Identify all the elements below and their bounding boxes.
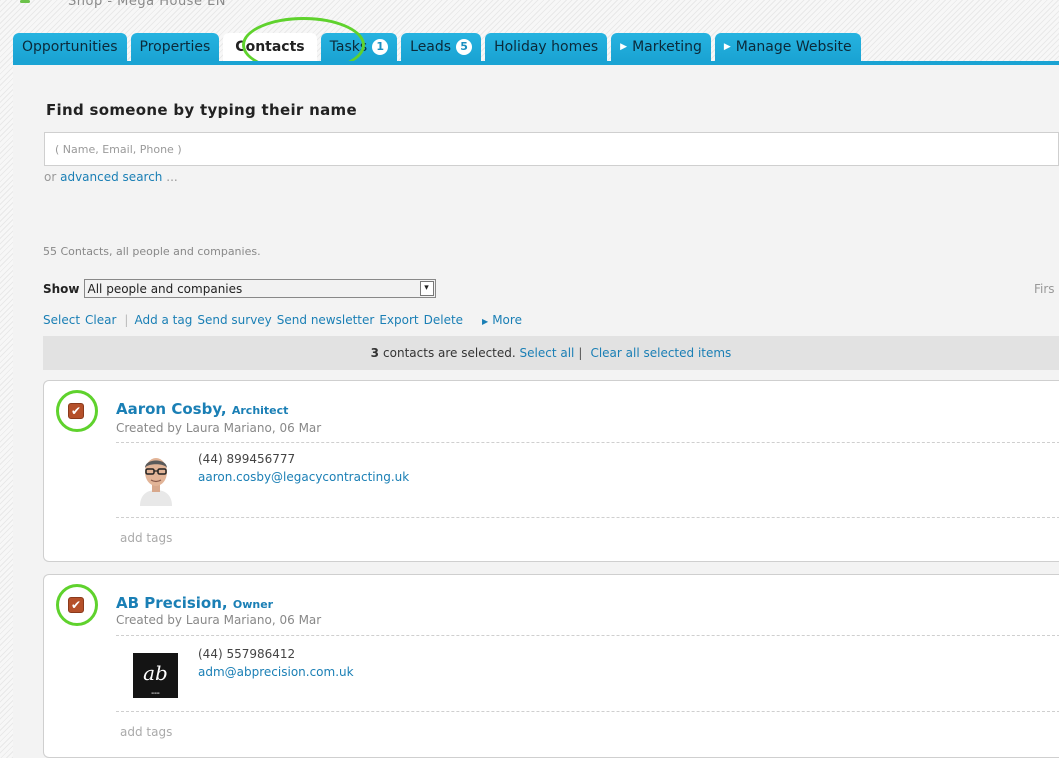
logo-subtext: ▬▬▬ [151, 691, 160, 695]
add-tags-link[interactable]: add tags [120, 531, 172, 545]
contact-checkbox[interactable]: ✔ [68, 403, 84, 419]
tab-opportunities[interactable]: Opportunities [13, 33, 127, 61]
contact-card: ✔ Aaron Cosby, Architect Created by Laur… [43, 380, 1059, 562]
contact-count: 55 Contacts, all people and companies. [43, 245, 261, 258]
selected-text: contacts are selected. [383, 346, 516, 360]
contact-checkbox[interactable]: ✔ [68, 597, 84, 613]
tab-label: Contacts [235, 39, 305, 55]
caret-right-icon: ▶ [620, 42, 628, 52]
contact-name-link[interactable]: AB Precision, [116, 594, 228, 612]
selection-bar: 3 contacts are selected. Select all | Cl… [43, 336, 1059, 370]
export-link[interactable]: Export [379, 313, 418, 327]
contact-role: Architect [231, 404, 289, 417]
tab-label: Holiday homes [494, 39, 599, 55]
tab-manage-website[interactable]: ▶ Manage Website [714, 33, 861, 61]
ellipsis-text: ... [166, 170, 178, 184]
tab-contacts[interactable]: Contacts [223, 33, 317, 61]
avatar [134, 450, 178, 506]
show-filter-select[interactable]: All people and companies ▾ [83, 279, 436, 298]
clear-all-selected-link[interactable]: Clear all selected items [590, 346, 731, 360]
contact-role: Owner [232, 598, 274, 611]
send-survey-link[interactable]: Send survey [197, 313, 271, 327]
first-label: Firs [1034, 282, 1055, 296]
contact-name-link[interactable]: Aaron Cosby, [116, 400, 227, 418]
contact-email-link[interactable]: aaron.cosby@legacycontracting.uk [198, 470, 409, 484]
divider [116, 442, 1059, 443]
tasks-count-badge: 1 [372, 39, 389, 55]
tab-label: Tasks [329, 39, 368, 55]
logo-mark [20, 0, 30, 3]
company-logo-text: ab [143, 661, 168, 685]
tab-label: Marketing [632, 39, 702, 55]
tab-tasks[interactable]: Tasks 1 [320, 33, 398, 61]
add-tag-link[interactable]: Add a tag [134, 313, 192, 327]
show-filter-value: All people and companies [87, 281, 243, 296]
contact-created: Created by Laura Mariano, 06 Mar [116, 421, 322, 435]
divider: | [578, 346, 583, 360]
select-all-link[interactable]: Select all [520, 346, 575, 360]
tab-holiday-homes[interactable]: Holiday homes [485, 33, 608, 61]
caret-right-icon: ▶ [482, 317, 489, 326]
contact-phone: (44) 557986412 [198, 647, 296, 661]
tab-label: Manage Website [735, 39, 852, 55]
show-label: Show [43, 281, 80, 296]
divider [116, 635, 1059, 636]
tab-label: Leads [410, 39, 452, 55]
contact-card: ✔ AB Precision, Owner Created by Laura M… [43, 574, 1059, 758]
leads-count-badge: 5 [456, 39, 473, 55]
contact-created: Created by Laura Mariano, 06 Mar [116, 613, 322, 627]
tab-properties[interactable]: Properties [130, 33, 220, 61]
caret-right-icon: ▶ [723, 42, 731, 52]
delete-link[interactable]: Delete [424, 313, 463, 327]
tab-label: Opportunities [22, 39, 118, 55]
tab-marketing[interactable]: ▶ Marketing [611, 33, 711, 61]
send-newsletter-link[interactable]: Send newsletter [277, 313, 375, 327]
more-menu[interactable]: ▶ More [482, 313, 527, 327]
bulk-actions: Select Clear | Add a tag Send survey Sen… [43, 313, 532, 327]
contact-name-line: Aaron Cosby, Architect [116, 400, 288, 418]
company-logo: ab ▬▬▬ [133, 653, 178, 698]
contact-name-line: AB Precision, Owner [116, 594, 273, 612]
find-title: Find someone by typing their name [46, 101, 357, 119]
contact-phone: (44) 899456777 [198, 452, 296, 466]
divider [116, 711, 1059, 712]
contact-search-input[interactable] [44, 132, 1059, 166]
show-filter-row: Show All people and companies ▾ [43, 279, 436, 298]
add-tags-link[interactable]: add tags [120, 725, 172, 739]
advanced-search-link[interactable]: advanced search [60, 170, 162, 184]
main-tabs: Opportunities Properties Contacts Tasks 1… [13, 33, 861, 61]
tab-leads[interactable]: Leads 5 [401, 33, 482, 61]
clear-link[interactable]: Clear [85, 313, 116, 327]
advanced-search-line: or advanced search ... [44, 170, 178, 184]
selected-count: 3 [370, 346, 380, 360]
or-text: or [44, 170, 57, 184]
tab-label: Properties [139, 39, 211, 55]
avatar-photo-image [134, 450, 178, 506]
divider: | [124, 313, 129, 327]
select-link[interactable]: Select [43, 313, 80, 327]
contact-email-link[interactable]: adm@abprecision.com.uk [198, 665, 354, 679]
site-title: Shop - Mega House EN [68, 0, 227, 9]
dropdown-caret-icon: ▾ [419, 281, 434, 296]
divider [116, 517, 1059, 518]
more-label: More [492, 313, 522, 327]
